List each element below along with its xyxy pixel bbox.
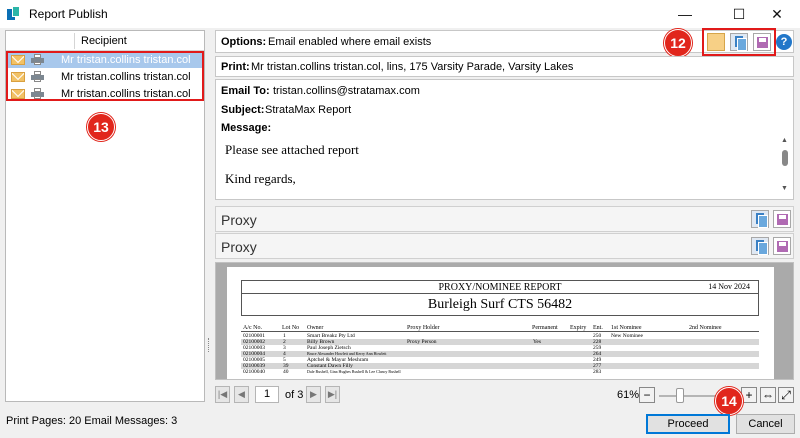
prev-page-button[interactable]: ◀ [234,386,249,403]
report-header-box: PROXY/NOMINEE REPORT 14 Nov 2024 Burleig… [241,280,759,316]
report-preview[interactable]: PROXY/NOMINEE REPORT 14 Nov 2024 Burleig… [215,262,794,380]
options-label: Options: [221,36,267,48]
last-page-button[interactable]: ▶| [325,386,340,403]
callout-badge-13: 13 [87,113,115,141]
recipient-column-header[interactable]: Recipient [81,35,127,47]
scroll-up-arrow[interactable]: ▲ [781,137,788,144]
report-page: PROXY/NOMINEE REPORT 14 Nov 2024 Burleig… [227,267,774,379]
message-line: Kind regards, [225,171,296,186]
print-bar: Print: Mr tristan.collins tristan.col, l… [215,56,794,77]
proxy-report-label: Proxy [221,212,257,228]
first-page-button[interactable]: |◀ [215,386,230,403]
help-icon[interactable]: ? [776,34,792,50]
message-label: Message: [221,122,272,134]
status-summary: Print Pages: 20 Email Messages: 3 [6,415,178,427]
scroll-down-arrow[interactable]: ▼ [781,185,788,192]
callout-badge-12: 12 [664,29,692,57]
page-number-input[interactable]: 1 [255,386,279,403]
proceed-button[interactable]: Proceed [646,414,730,434]
email-to-label: Email To: [221,85,270,97]
highlight-recipients [6,51,204,101]
message-line: Please see attached report [225,142,359,157]
close-button[interactable]: ✕ [754,0,800,28]
title-bar: Report Publish — ☐ ✕ [0,0,800,28]
zoom-level: 61% [617,389,640,401]
recipient-list-header: Recipient [6,31,204,51]
fit-page-icon[interactable]: ⤢ [778,387,794,403]
proxy-report-row[interactable]: Proxy [215,206,794,232]
minimize-button[interactable]: — [662,0,708,28]
options-value: Email enabled where email exists [268,36,432,48]
highlight-toolbar-icons [702,28,776,56]
subject-value[interactable]: StrataMax Report [265,104,351,116]
zoom-slider-track[interactable] [659,395,717,397]
save-toggle-icon[interactable] [773,237,791,255]
subject-label: Subject: [221,104,265,116]
preview-navigation: |◀ ◀ 1 of 3 ▶ ▶| 61% − + ⇔ ⤢ [215,384,794,406]
report-date: 14 Nov 2024 [708,282,750,291]
report-row: 02100040 40 Dale Bushell, Gina Hughes Bush… [243,369,602,375]
email-details: Email To: tristan.collins@stratamax.com … [215,79,794,200]
page-count: of 3 [285,389,304,401]
print-toggle-icon[interactable] [751,210,769,228]
save-toggle-icon[interactable] [773,210,791,228]
zoom-slider-thumb[interactable] [676,388,684,403]
app-icon [7,6,21,22]
splitter-handle[interactable] [208,338,211,352]
fit-width-icon[interactable]: ⇔ [760,387,776,403]
print-value: Mr tristan.collins tristan.col, lins, 17… [251,61,574,73]
report-header-rule [241,331,759,332]
print-toggle-icon[interactable] [751,237,769,255]
zoom-in-button[interactable]: + [741,387,757,403]
callout-badge-14: 14 [715,387,743,415]
next-page-button[interactable]: ▶ [306,386,321,403]
cancel-button[interactable]: Cancel [736,414,795,434]
zoom-out-button[interactable]: − [639,387,655,403]
window-title: Report Publish [29,7,108,21]
scrollbar-thumb[interactable] [782,150,788,166]
report-subtitle: Burleigh Surf CTS 56482 [427,297,573,312]
report-title: PROXY/NOMINEE REPORT [438,282,562,293]
proxy-report-row[interactable]: Proxy [215,233,794,259]
print-label: Print: [221,61,250,73]
message-textarea[interactable]: Please see attached report Kind regards, [221,136,777,198]
proxy-report-label: Proxy [221,239,257,255]
email-to-value[interactable]: tristan.collins@stratamax.com [273,85,420,97]
